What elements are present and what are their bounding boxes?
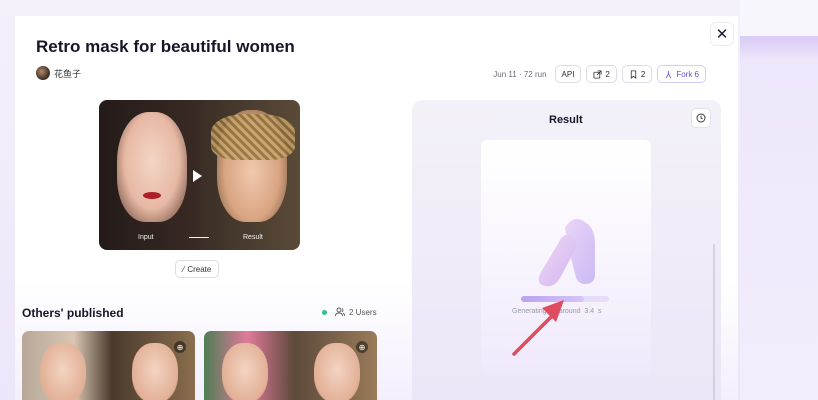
published-thumbnail[interactable]: ⊕: [204, 331, 377, 400]
annotation-arrow: [512, 300, 564, 356]
share-icon: [593, 69, 602, 79]
mask-ornament: [211, 114, 295, 160]
fork-label: Fork 6: [676, 69, 699, 79]
preview-input-label: Input: [138, 234, 154, 241]
fork-button[interactable]: Fork 6: [657, 65, 706, 83]
backdrop-right: [740, 0, 818, 400]
page-title: Retro mask for beautiful women: [36, 37, 295, 56]
create-button[interactable]: ⁄ Create: [175, 260, 220, 278]
api-label: API: [561, 69, 575, 79]
author-name: 花鱼子: [54, 68, 82, 79]
zoom-icon[interactable]: ⊕: [174, 341, 186, 353]
avatar: [36, 66, 50, 80]
close-button[interactable]: ✕: [710, 22, 734, 46]
create-label: Create: [187, 264, 212, 274]
generating-seconds: 3.4: [584, 308, 595, 315]
share-button[interactable]: 2: [586, 65, 617, 83]
fork-icon: [666, 70, 672, 78]
meta-row: Jun 11 · 72 run API 2 2 Fork 6: [493, 65, 706, 83]
thumb-result-face: [132, 343, 178, 400]
history-button[interactable]: [691, 108, 711, 128]
close-icon: ✕: [715, 26, 729, 43]
users-label: 2 Users: [349, 307, 377, 317]
bookmark-button[interactable]: 2: [621, 65, 653, 83]
published-thumbnail[interactable]: ⊕: [22, 331, 195, 400]
bookmark-count: 2: [640, 69, 646, 79]
zoom-icon[interactable]: ⊕: [356, 341, 368, 353]
loading-logo-icon: [538, 219, 595, 287]
users-icon: [335, 307, 345, 317]
api-button[interactable]: API: [554, 65, 582, 83]
thumb-input-face: [222, 343, 268, 400]
input-face: [117, 112, 187, 222]
generating-unit: s: [598, 308, 602, 315]
users-count: 2 Users: [322, 307, 377, 317]
thumb-input-face: [40, 343, 86, 400]
author[interactable]: 花鱼子: [36, 66, 81, 80]
others-published-title: Others' published: [22, 306, 124, 320]
input-lips: [143, 192, 161, 199]
bookmark-icon: [630, 69, 637, 79]
scrollbar[interactable]: [713, 244, 715, 400]
magic-wand-icon: ⁄: [183, 264, 185, 274]
arrow-right-icon: [189, 237, 209, 238]
result-title: Result: [549, 114, 583, 126]
thumb-result-face: [314, 343, 360, 400]
share-count: 2: [605, 69, 610, 79]
date-run-count: Jun 11 · 72 run: [493, 69, 547, 79]
play-icon[interactable]: [193, 170, 202, 182]
online-dot: [322, 309, 327, 315]
preview-result-label: Result: [243, 234, 263, 241]
history-icon: [696, 113, 706, 123]
